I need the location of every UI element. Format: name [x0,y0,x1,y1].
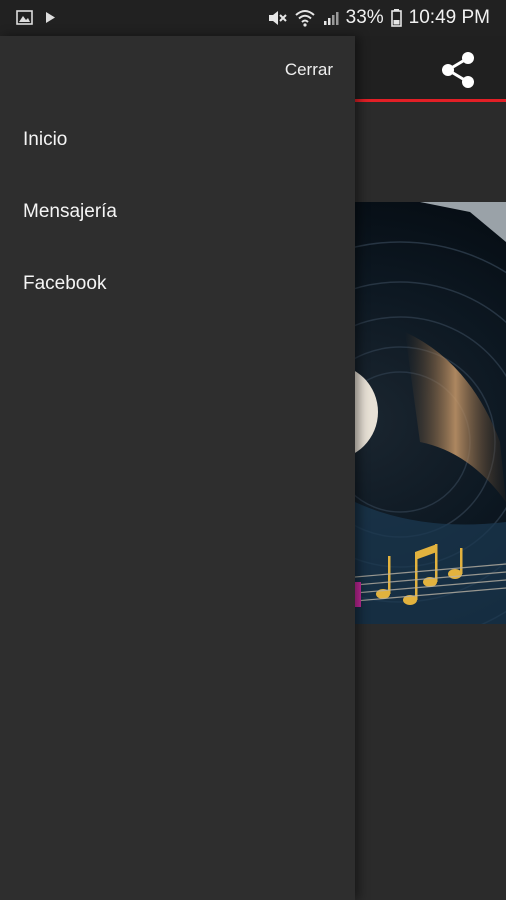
menu-item-label: Mensajería [23,201,117,222]
clock: 10:49 PM [408,7,490,28]
signal-icon [323,12,339,25]
status-bar: 33% 10:49 PM [0,0,506,36]
battery-percent: 33% [345,7,384,28]
menu-item-facebook[interactable]: Facebook [0,248,355,320]
wifi-icon [294,10,315,27]
play-notification-icon [46,12,55,23]
close-button[interactable]: Cerrar [285,60,333,80]
battery-icon [390,9,402,27]
menu-item-label: Facebook [23,273,107,294]
share-icon [442,52,474,88]
share-button[interactable] [438,50,478,90]
navigation-drawer: Cerrar Inicio Mensajería Facebook [0,36,355,900]
drawer-menu: Inicio Mensajería Facebook [0,104,355,320]
menu-item-inicio[interactable]: Inicio [0,104,355,176]
menu-item-label: Inicio [23,129,68,150]
mute-icon [268,11,287,25]
menu-item-mensajeria[interactable]: Mensajería [0,176,355,248]
image-notification-icon [16,10,33,25]
